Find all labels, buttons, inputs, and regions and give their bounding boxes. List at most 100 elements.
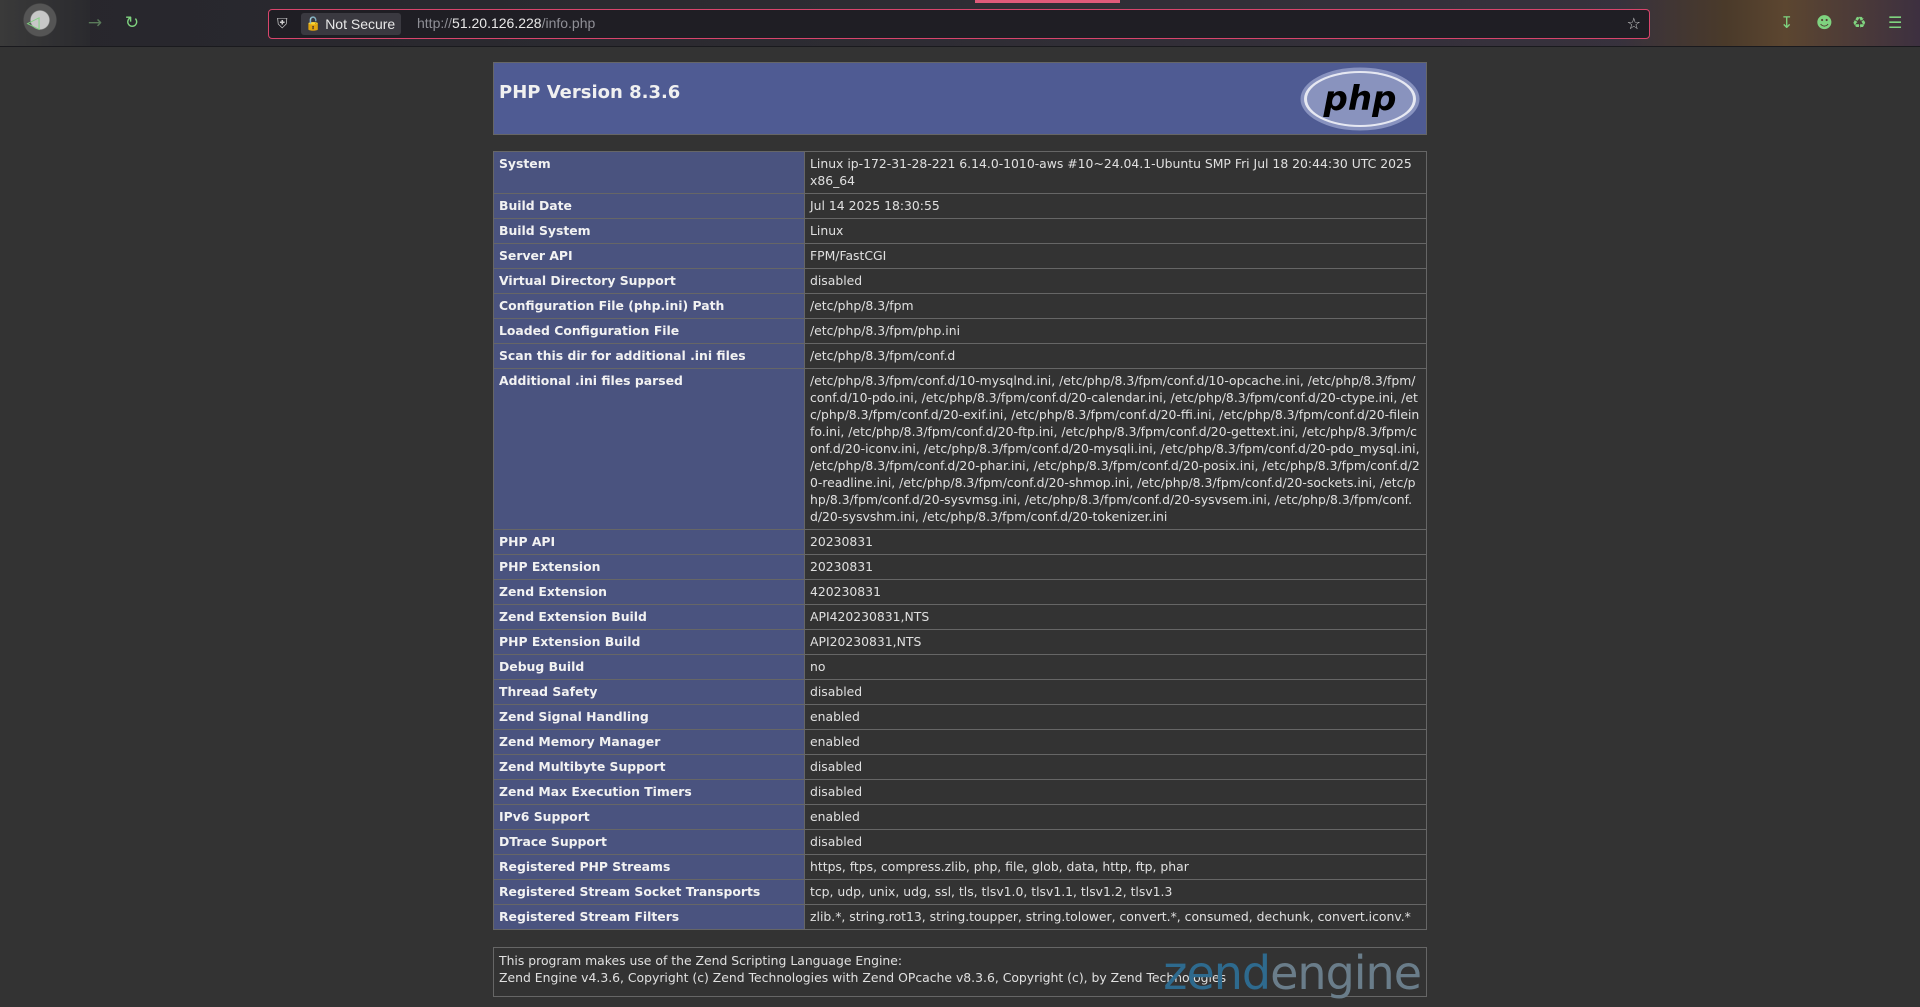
menu-icon[interactable]: ☰ (1888, 13, 1902, 32)
url-host: 51.20.126.228 (452, 15, 542, 31)
row-key: PHP Extension Build (493, 629, 805, 655)
phpinfo-header: PHP Version 8.3.6 php (493, 62, 1427, 135)
row-value: disabled (804, 779, 1427, 805)
row-value: disabled (804, 268, 1427, 294)
table-row: Zend Signal Handling enabled (493, 704, 1427, 730)
row-key: Build System (493, 218, 805, 244)
row-key: Server API (493, 243, 805, 269)
row-value: Jul 14 2025 18:30:55 (804, 193, 1427, 219)
row-value: /etc/php/8.3/fpm/conf.d/10-mysqlnd.ini, … (804, 368, 1427, 530)
row-key: Configuration File (php.ini) Path (493, 293, 805, 319)
row-key: DTrace Support (493, 829, 805, 855)
engine-logo-word: engine (1270, 946, 1422, 1000)
zend-footer-line2: Zend Engine v4.3.6, Copyright (c) Zend T… (499, 970, 1227, 985)
url-scheme: http:// (417, 15, 453, 31)
table-row: Debug Build no (493, 654, 1427, 680)
table-row: Registered Stream Filters zlib.*, string.… (493, 904, 1427, 930)
forward-arrow-icon[interactable]: → (84, 12, 106, 34)
table-row: Scan this dir for additional .ini files /… (493, 343, 1427, 369)
row-key: Zend Memory Manager (493, 729, 805, 755)
row-key: Registered PHP Streams (493, 854, 805, 880)
lock-icon: 🔓 (305, 16, 322, 32)
row-key: Thread Safety (493, 679, 805, 705)
row-key: Zend Extension (493, 579, 805, 605)
theme-decoration-left (0, 0, 90, 46)
row-value: disabled (804, 754, 1427, 780)
url-text[interactable]: http://51.20.126.228/info.php (417, 15, 595, 31)
download-icon[interactable]: ↧ (1780, 13, 1793, 32)
table-row: PHP Extension 20230831 (493, 554, 1427, 580)
theme-decoration-right (1620, 0, 1920, 46)
row-value: 20230831 (804, 529, 1427, 555)
row-key: Zend Extension Build (493, 604, 805, 630)
row-key: Additional .ini files parsed (493, 368, 805, 530)
zend-footer: This program makes use of the Zend Scrip… (493, 947, 1427, 997)
table-row: PHP Extension Build API20230831,NTS (493, 629, 1427, 655)
row-value: FPM/FastCGI (804, 243, 1427, 269)
row-key: PHP Extension (493, 554, 805, 580)
row-key: Loaded Configuration File (493, 318, 805, 344)
table-row: Registered Stream Socket Transports tcp, … (493, 879, 1427, 905)
table-row: Loaded Configuration File/etc/php/8.3/fp… (493, 318, 1427, 344)
table-row: Registered PHP Streams https, ftps, compr… (493, 854, 1427, 880)
row-value: enabled (804, 804, 1427, 830)
row-value: disabled (804, 829, 1427, 855)
table-row: DTrace Support disabled (493, 829, 1427, 855)
address-bar[interactable]: ⛨ 🔓 Not Secure http://51.20.126.228/info… (268, 9, 1650, 39)
row-key: Virtual Directory Support (493, 268, 805, 294)
url-path: /info.php (541, 15, 596, 31)
table-row: Zend Extension Build API420230831,NTS (493, 604, 1427, 630)
phpinfo-table: System Linux ip-172-31-28-221 6.14.0-1010… (493, 151, 1427, 930)
active-tab-indicator (975, 0, 1120, 3)
page-title: PHP Version 8.3.6 (499, 82, 681, 103)
row-value: Linux (804, 218, 1427, 244)
row-key: Zend Max Execution Timers (493, 779, 805, 805)
row-value: 20230831 (804, 554, 1427, 580)
browser-toolbar: ◁ → ↻ ⛨ 🔓 Not Secure http://51.20.126.22… (0, 0, 1920, 47)
zend-footer-line1: This program makes use of the Zend Scrip… (499, 953, 903, 968)
extensions-icon[interactable]: ♻ (1852, 13, 1866, 32)
row-key: Registered Stream Socket Transports (493, 879, 805, 905)
row-value: https, ftps, compress.zlib, php, file, g… (804, 854, 1427, 880)
table-row: Server API FPM/FastCGI (493, 243, 1427, 269)
table-row: Zend Max Execution Timers disabled (493, 779, 1427, 805)
reload-icon[interactable]: ↻ (121, 12, 143, 34)
row-value: 420230831 (804, 579, 1427, 605)
row-key: Build Date (493, 193, 805, 219)
table-row: Zend Multibyte Support disabled (493, 754, 1427, 780)
row-key: System (493, 151, 805, 194)
row-value: enabled (804, 704, 1427, 730)
back-arrow-icon[interactable]: ◁ (22, 12, 44, 34)
table-row: Zend Extension 420230831 (493, 579, 1427, 605)
security-label: Not Secure (325, 16, 396, 32)
table-row: System Linux ip-172-31-28-221 6.14.0-1010… (493, 151, 1427, 194)
table-row: Build Date Jul 14 2025 18:30:55 (493, 193, 1427, 219)
row-value: API420230831,NTS (804, 604, 1427, 630)
row-value: /etc/php/8.3/fpm (804, 293, 1427, 319)
row-value: zlib.*, string.rot13, string.toupper, st… (804, 904, 1427, 930)
shield-icon[interactable]: ⛨ (277, 15, 293, 33)
row-key: Scan this dir for additional .ini files (493, 343, 805, 369)
row-key: Zend Signal Handling (493, 704, 805, 730)
table-row: Additional .ini files parsed/etc/php/8.3… (493, 368, 1427, 530)
bookmark-star-icon[interactable]: ☆ (1627, 14, 1641, 33)
row-key: Debug Build (493, 654, 805, 680)
table-row: PHP API 20230831 (493, 529, 1427, 555)
table-row: Configuration File (php.ini) Path/etc/ph… (493, 293, 1427, 319)
table-row: IPv6 Support enabled (493, 804, 1427, 830)
table-row: Build System Linux (493, 218, 1427, 244)
security-indicator[interactable]: 🔓 Not Secure (301, 13, 402, 35)
row-value: /etc/php/8.3/fpm/php.ini (804, 318, 1427, 344)
row-key: Zend Multibyte Support (493, 754, 805, 780)
row-value: Linux ip-172-31-28-221 6.14.0-1010-aws #… (804, 151, 1427, 194)
row-value: disabled (804, 679, 1427, 705)
php-logo[interactable]: php (1299, 66, 1421, 132)
zend-logo-word: zend (1163, 946, 1271, 1000)
zend-footer-text: This program makes use of the Zend Scrip… (499, 952, 1226, 986)
table-row: Zend Memory Manager enabled (493, 729, 1427, 755)
phpinfo-content: PHP Version 8.3.6 php System Linux ip-172… (493, 62, 1427, 997)
zend-engine-logo[interactable]: zendengine (1163, 950, 1422, 996)
row-value: API20230831,NTS (804, 629, 1427, 655)
row-value: enabled (804, 729, 1427, 755)
account-icon[interactable]: ☻ (1816, 13, 1833, 32)
